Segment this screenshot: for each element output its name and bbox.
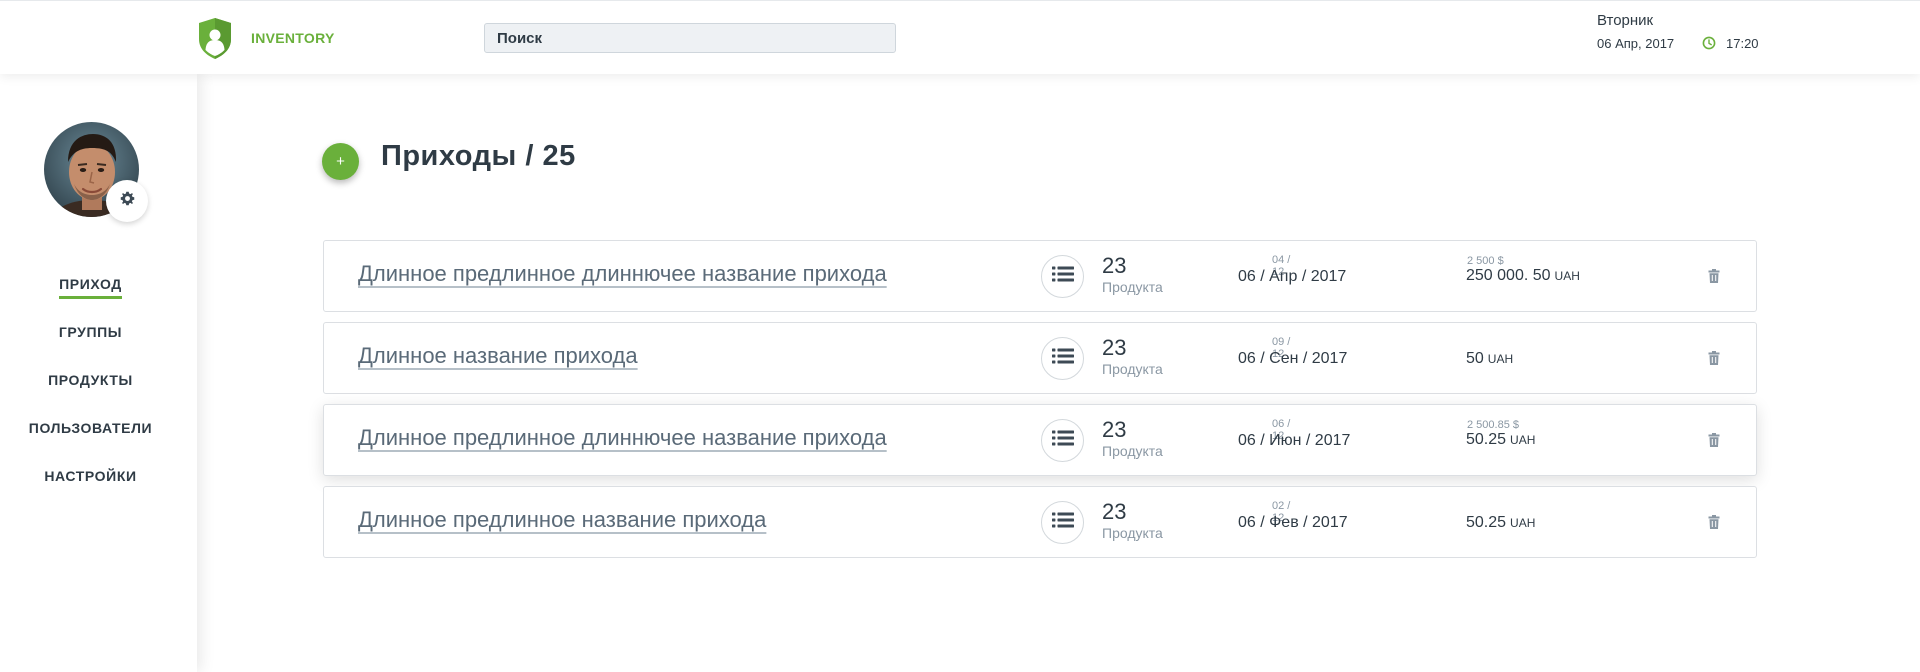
product-count-label: Продукта [1102, 525, 1163, 541]
price-uah: 50.25 UAH [1466, 514, 1535, 532]
price-uah: 250 000. 50 UAH [1466, 267, 1580, 285]
product-list-button[interactable] [1041, 255, 1084, 298]
product-count-label: Продукта [1102, 443, 1163, 459]
trash-icon[interactable] [1708, 269, 1720, 283]
sidebar-item-label: ГРУППЫ [58, 324, 123, 340]
list-icon [1051, 430, 1074, 451]
list-icon [1051, 348, 1074, 369]
receipt-name-link[interactable]: Длинное предлинное длиннючее название пр… [358, 425, 887, 451]
sidebar-item-label: ПРОДУКТЫ [48, 372, 133, 388]
list-item: Длинное предлинное длиннючее название пр… [323, 404, 1757, 476]
price-uah: 50.25 UAH [1466, 431, 1535, 449]
day-name: Вторник [1597, 12, 1654, 29]
product-count: 23 [1102, 253, 1127, 278]
price-value: 50 [1466, 350, 1484, 367]
top-bar: INVENTORY Вторник 06 Апр, 2017 17:20 [0, 0, 1920, 74]
clock-icon [1702, 36, 1716, 50]
sidebar-item-label: НАСТРОЙКИ [44, 468, 137, 484]
product-list-button[interactable] [1041, 419, 1084, 462]
current-date: 06 Апр, 2017 [1597, 36, 1675, 51]
sidebar-item-produkty[interactable]: ПРОДУКТЫ [0, 372, 181, 392]
app-logo-text[interactable]: INVENTORY [251, 30, 335, 46]
list-item: Длинное название прихода 23 Продукта 09 … [323, 322, 1757, 394]
currency-label: UAH [1510, 433, 1536, 447]
receipt-name-link[interactable]: Длинное предлинное название прихода [358, 507, 766, 533]
plus-icon: + [336, 153, 345, 170]
trash-icon[interactable] [1708, 351, 1720, 365]
price-usd: 2 500.85 $ [1467, 419, 1519, 431]
price-usd: 2 500 $ [1467, 255, 1504, 267]
list-item: Длинное предлинное длиннючее название пр… [323, 240, 1757, 312]
currency-label: UAH [1510, 516, 1536, 530]
product-count: 23 [1102, 417, 1127, 442]
price-value: 250 000. 50 [1466, 267, 1551, 284]
currency-label: UAH [1554, 269, 1580, 283]
currency-label: UAH [1487, 352, 1514, 366]
shield-user-icon[interactable] [197, 17, 233, 60]
list-icon [1051, 266, 1074, 287]
product-list-button[interactable] [1041, 337, 1084, 380]
sidebar-item-nastroyki[interactable]: НАСТРОЙКИ [0, 468, 181, 488]
current-time: 17:20 [1726, 36, 1759, 51]
sidebar-item-polzovateli[interactable]: ПОЛЬЗОВАТЕЛИ [0, 420, 181, 440]
sidebar-item-gruppy[interactable]: ГРУППЫ [0, 324, 181, 344]
product-list-button[interactable] [1041, 501, 1084, 544]
receipt-date: 06 / Июн / 2017 [1238, 432, 1351, 449]
gear-icon [120, 191, 135, 211]
product-count: 23 [1102, 499, 1127, 524]
receipt-date: 06 / Апр / 2017 [1238, 268, 1347, 285]
price-value: 50.25 [1466, 431, 1507, 448]
sidebar-item-label: ПРИХОД [59, 276, 122, 299]
sidebar-item-label: ПОЛЬЗОВАТЕЛИ [28, 420, 153, 436]
list-icon [1051, 512, 1074, 533]
product-count: 23 [1102, 335, 1127, 360]
sidebar: ПРИХОД ГРУППЫ ПРОДУКТЫ ПОЛЬЗОВАТЕЛИ НАСТ… [0, 74, 197, 672]
avatar-settings-button[interactable] [106, 180, 148, 222]
product-count-label: Продукта [1102, 361, 1163, 377]
add-receipt-button[interactable]: + [322, 143, 359, 180]
price-uah: 50 UAH [1466, 350, 1513, 368]
trash-icon[interactable] [1708, 433, 1720, 447]
product-count-label: Продукта [1102, 279, 1163, 295]
trash-icon[interactable] [1708, 515, 1720, 529]
list-item: Длинное предлинное название прихода 23 П… [323, 486, 1757, 558]
receipt-name-link[interactable]: Длинное предлинное длиннючее название пр… [358, 261, 887, 287]
receipt-date: 06 / Сен / 2017 [1238, 350, 1348, 367]
sidebar-item-prihod[interactable]: ПРИХОД [0, 276, 181, 299]
search-input[interactable] [484, 23, 896, 53]
receipt-date: 06 / Фев / 2017 [1238, 514, 1348, 531]
page-title: Приходы / 25 [381, 140, 576, 172]
price-value: 50.25 [1466, 514, 1507, 531]
receipt-name-link[interactable]: Длинное название прихода [358, 343, 638, 369]
